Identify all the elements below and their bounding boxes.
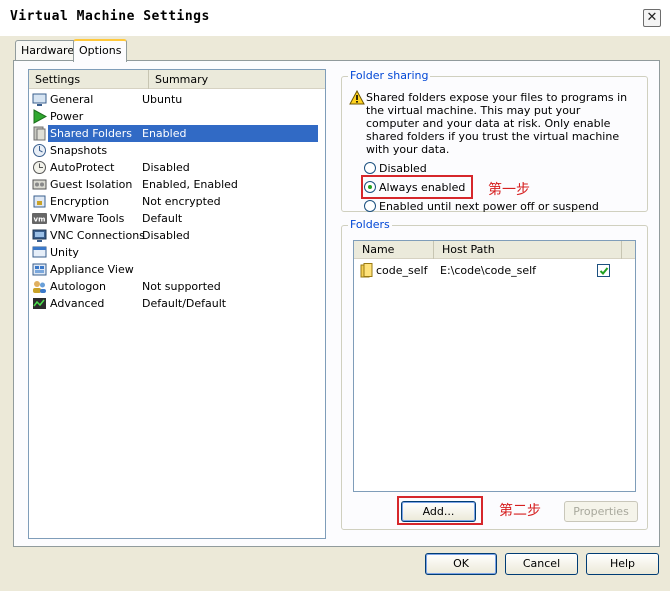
settings-item-name: Unity [50, 246, 79, 259]
settings-item-name: Shared Folders [50, 127, 132, 140]
settings-item-autoprotect[interactable]: AutoProtect Disabled [29, 159, 325, 176]
annotation-highlight-always-enabled [361, 175, 473, 199]
close-button[interactable]: ✕ [643, 9, 661, 27]
check-icon [599, 267, 609, 275]
settings-item-appliance-view[interactable]: Appliance View [29, 261, 325, 278]
annotation-highlight-add [397, 496, 483, 525]
column-header-settings[interactable]: Settings [29, 70, 149, 89]
folder-sharing-group: Folder sharing Shared folders expose you… [341, 69, 648, 214]
radio-disabled[interactable]: Disabled [364, 162, 427, 176]
settings-item-vmware-tools[interactable]: vm VMware Tools Default [29, 210, 325, 227]
settings-item-guest-isolation[interactable]: Guest Isolation Enabled, Enabled [29, 176, 325, 193]
folder-host-path: E:\code\code_self [440, 264, 537, 277]
settings-item-name: VMware Tools [50, 212, 125, 225]
settings-item-name: General [50, 93, 94, 106]
ok-button[interactable]: OK [425, 553, 497, 575]
column-header-summary[interactable]: Summary [149, 70, 325, 89]
play-icon [33, 109, 47, 124]
settings-item-name: Encryption [50, 195, 110, 208]
vm-icon: vm [32, 213, 47, 224]
radio-enabled-until-label: Enabled until next power off or suspend [379, 200, 599, 213]
settings-item-summary: Default [142, 212, 183, 225]
radio-disabled-dot [364, 162, 376, 174]
settings-list[interactable]: Settings Summary General Ubuntu Power Sh… [28, 69, 326, 539]
settings-list-header: Settings Summary [29, 70, 325, 89]
shared-folder-icon [33, 126, 46, 141]
tab-hardware[interactable]: Hardware [15, 40, 81, 60]
settings-item-summary: Not encrypted [142, 195, 221, 208]
settings-item-name: Appliance View [50, 263, 134, 276]
settings-item-name: Snapshots [50, 144, 108, 157]
folder-sharing-title: Folder sharing [348, 69, 431, 82]
appliance-icon [32, 263, 47, 276]
settings-item-name: Advanced [50, 297, 105, 310]
settings-item-summary: Enabled, Enabled [142, 178, 238, 191]
folders-list-header: Name Host Path [354, 241, 635, 259]
folders-group: Folders Name Host Path code_self E:\code… [341, 218, 648, 530]
unity-icon [32, 246, 47, 258]
settings-item-name: Guest Isolation [50, 178, 133, 191]
column-header-name[interactable]: Name [354, 241, 434, 259]
radio-disabled-label: Disabled [379, 162, 427, 175]
settings-item-snapshots[interactable]: Snapshots [29, 142, 325, 159]
annotation-step-one: 第一步 [488, 182, 530, 198]
settings-item-advanced[interactable]: Advanced Default/Default [29, 295, 325, 312]
vnc-icon [32, 229, 47, 242]
folder-enabled-checkbox[interactable] [597, 264, 610, 277]
help-button[interactable]: Help [586, 553, 659, 575]
settings-item-summary: Disabled [142, 161, 190, 174]
window-title: Virtual Machine Settings [10, 9, 210, 24]
settings-item-summary: Disabled [142, 229, 190, 242]
folders-title: Folders [348, 218, 392, 231]
settings-item-name: AutoProtect [50, 161, 115, 174]
annotation-step-two: 第二步 [499, 503, 541, 519]
settings-item-summary: Ubuntu [142, 93, 183, 106]
title-bar: Virtual Machine Settings ✕ [0, 0, 670, 36]
advanced-icon [33, 298, 46, 309]
warning-icon [349, 90, 365, 105]
folders-list[interactable]: Name Host Path code_self E:\code\code_se… [353, 240, 636, 492]
settings-item-name: VNC Connections [50, 229, 145, 242]
settings-item-summary: Enabled [142, 127, 187, 140]
lock-icon [33, 195, 46, 208]
radio-enabled-until-dot [364, 200, 376, 212]
folder-name: code_self [376, 264, 428, 277]
close-icon: ✕ [646, 10, 658, 25]
cancel-button[interactable]: Cancel [505, 553, 578, 575]
properties-button[interactable]: Properties [564, 501, 638, 522]
settings-item-unity[interactable]: Unity [29, 244, 325, 261]
column-header-host-path[interactable]: Host Path [434, 241, 622, 259]
clock-icon [33, 161, 46, 174]
folder-sharing-warning: Shared folders expose your files to prog… [366, 91, 628, 156]
settings-item-summary: Default/Default [142, 297, 227, 310]
settings-item-shared-folders[interactable]: Shared Folders Enabled [33, 125, 318, 142]
settings-item-name: Autologon [50, 280, 107, 293]
settings-item-summary: Not supported [142, 280, 221, 293]
monitor-icon [32, 93, 47, 106]
settings-item-encryption[interactable]: Encryption Not encrypted [29, 193, 325, 210]
settings-item-general[interactable]: General Ubuntu [29, 91, 325, 108]
folder-icon [360, 263, 373, 278]
virtual-machine-settings-window: Virtual Machine Settings ✕ Hardware Opti… [0, 0, 670, 591]
settings-item-power[interactable]: Power [29, 108, 325, 125]
svg-text:vm: vm [34, 216, 46, 224]
settings-item-autologon[interactable]: Autologon Not supported [29, 278, 325, 295]
radio-enabled-until-power-off[interactable]: Enabled until next power off or suspend [364, 200, 599, 214]
settings-item-name: Power [50, 110, 84, 123]
snapshot-icon [33, 144, 46, 157]
tab-options[interactable]: Options [73, 39, 128, 62]
isolation-icon [32, 179, 47, 190]
folder-row[interactable]: code_self E:\code\code_self [354, 262, 635, 279]
users-icon [33, 281, 46, 293]
settings-item-vnc-connections[interactable]: VNC Connections Disabled [29, 227, 325, 244]
options-tab-panel: Settings Summary General Ubuntu Power Sh… [13, 60, 660, 547]
